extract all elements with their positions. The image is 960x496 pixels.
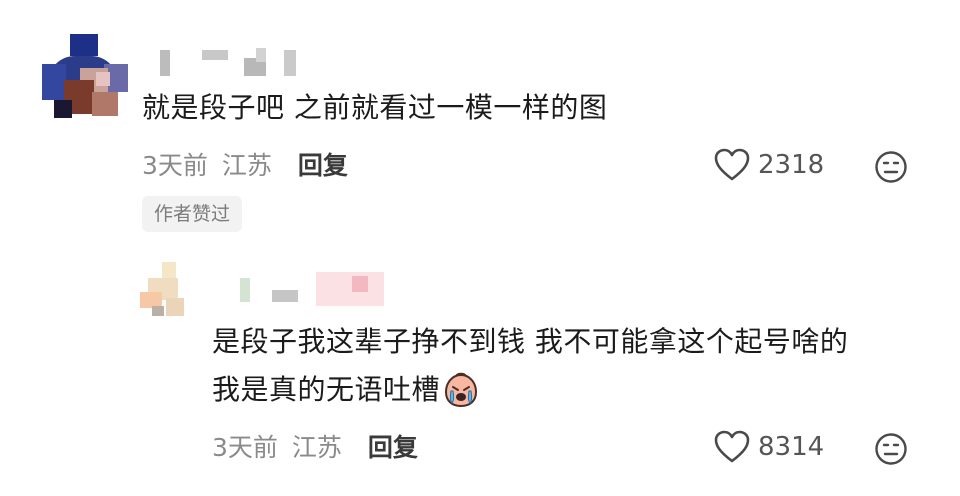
- dislike-button[interactable]: [874, 150, 908, 184]
- reply-button[interactable]: 回复: [368, 433, 418, 462]
- reply-button[interactable]: 回复: [298, 151, 348, 180]
- neutral-face-icon: [874, 432, 908, 466]
- comment-text: 就是段子吧 之前就看过一模一样的图: [142, 91, 608, 124]
- like-button[interactable]: 8314: [714, 430, 824, 464]
- reply-meta: 3天前 江苏 回复: [212, 432, 418, 464]
- comment-meta: 3天前 江苏 回复: [142, 150, 348, 182]
- like-count: 8314: [758, 432, 825, 462]
- comment-location: 江苏: [221, 151, 272, 180]
- reply-text-line-2-text: 我是真的无语吐槽: [212, 373, 441, 406]
- neutral-face-icon: [874, 150, 908, 184]
- reply-text-line-2: 我是真的无语吐槽: [212, 368, 480, 412]
- like-button[interactable]: 2318: [714, 148, 824, 182]
- reply-time: 3天前: [212, 433, 278, 462]
- avatar[interactable]: [140, 262, 188, 318]
- like-count: 2318: [758, 150, 825, 180]
- comment-time: 3天前: [142, 151, 208, 180]
- heart-outline-icon: [714, 148, 750, 182]
- avatar[interactable]: [34, 34, 130, 122]
- author-liked-badge: 作者赞过: [142, 196, 243, 232]
- dislike-button[interactable]: [874, 432, 908, 466]
- crying-peach-emoji: [442, 371, 480, 409]
- username-blurred[interactable]: [152, 46, 302, 80]
- reply-text-line-1: 是段子我这辈子挣不到钱 我不可能拿这个起号啥的: [212, 325, 849, 358]
- heart-outline-icon: [714, 430, 750, 464]
- reply-location: 江苏: [291, 433, 342, 462]
- username-blurred[interactable]: [232, 272, 392, 308]
